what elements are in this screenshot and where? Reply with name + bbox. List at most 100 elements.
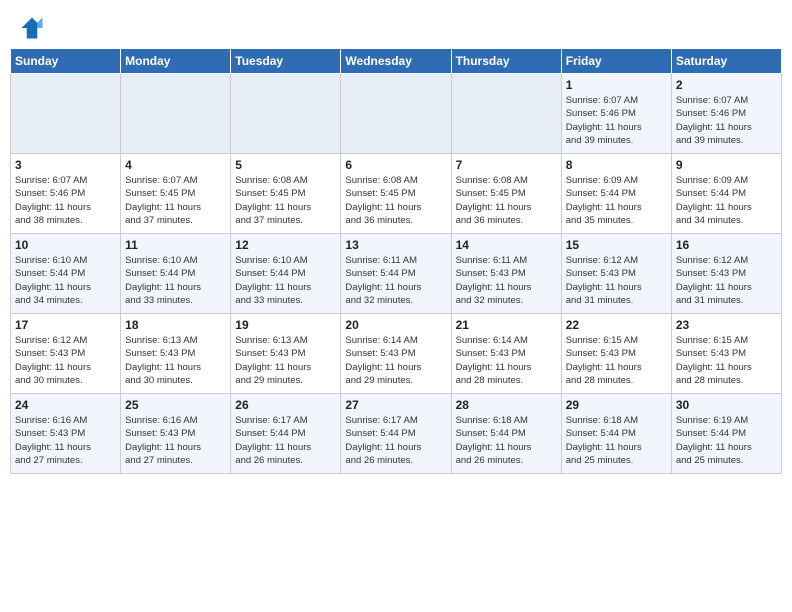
day-info: Sunrise: 6:09 AM Sunset: 5:44 PM Dayligh…	[566, 174, 667, 227]
calendar-cell: 10 Sunrise: 6:10 AM Sunset: 5:44 PM Dayli…	[11, 234, 121, 314]
calendar-cell: 12 Sunrise: 6:10 AM Sunset: 5:44 PM Dayli…	[231, 234, 341, 314]
day-number: 10	[15, 238, 116, 252]
day-info: Sunrise: 6:12 AM Sunset: 5:43 PM Dayligh…	[566, 254, 667, 307]
calendar-cell: 21 Sunrise: 6:14 AM Sunset: 5:43 PM Dayli…	[451, 314, 561, 394]
day-number: 22	[566, 318, 667, 332]
day-number: 23	[676, 318, 777, 332]
day-number: 5	[235, 158, 336, 172]
day-number: 13	[345, 238, 446, 252]
day-info: Sunrise: 6:14 AM Sunset: 5:43 PM Dayligh…	[456, 334, 557, 387]
calendar-cell: 14 Sunrise: 6:11 AM Sunset: 5:43 PM Dayli…	[451, 234, 561, 314]
day-info: Sunrise: 6:08 AM Sunset: 5:45 PM Dayligh…	[345, 174, 446, 227]
day-info: Sunrise: 6:13 AM Sunset: 5:43 PM Dayligh…	[125, 334, 226, 387]
day-number: 27	[345, 398, 446, 412]
day-number: 2	[676, 78, 777, 92]
day-number: 1	[566, 78, 667, 92]
calendar-cell: 23 Sunrise: 6:15 AM Sunset: 5:43 PM Dayli…	[671, 314, 781, 394]
day-number: 21	[456, 318, 557, 332]
day-number: 30	[676, 398, 777, 412]
day-number: 9	[676, 158, 777, 172]
calendar-cell: 18 Sunrise: 6:13 AM Sunset: 5:43 PM Dayli…	[121, 314, 231, 394]
calendar-cell: 25 Sunrise: 6:16 AM Sunset: 5:43 PM Dayli…	[121, 394, 231, 474]
day-number: 15	[566, 238, 667, 252]
col-header-tuesday: Tuesday	[231, 49, 341, 74]
day-info: Sunrise: 6:18 AM Sunset: 5:44 PM Dayligh…	[456, 414, 557, 467]
day-number: 18	[125, 318, 226, 332]
calendar-cell: 8 Sunrise: 6:09 AM Sunset: 5:44 PM Daylig…	[561, 154, 671, 234]
day-info: Sunrise: 6:11 AM Sunset: 5:43 PM Dayligh…	[456, 254, 557, 307]
day-number: 25	[125, 398, 226, 412]
calendar-cell: 3Sunrise: 6:07 AM Sunset: 5:46 PM Daylig…	[11, 154, 121, 234]
calendar-cell: 28Sunrise: 6:18 AM Sunset: 5:44 PM Dayli…	[451, 394, 561, 474]
calendar-week-row: 24 Sunrise: 6:16 AM Sunset: 5:43 PM Dayli…	[11, 394, 782, 474]
day-number: 16	[676, 238, 777, 252]
day-info: Sunrise: 6:19 AM Sunset: 5:44 PM Dayligh…	[676, 414, 777, 467]
day-info: Sunrise: 6:10 AM Sunset: 5:44 PM Dayligh…	[235, 254, 336, 307]
calendar-cell	[231, 74, 341, 154]
col-header-monday: Monday	[121, 49, 231, 74]
day-number: 8	[566, 158, 667, 172]
calendar-cell: 11 Sunrise: 6:10 AM Sunset: 5:44 PM Dayli…	[121, 234, 231, 314]
calendar-cell	[341, 74, 451, 154]
day-number: 17	[15, 318, 116, 332]
day-info: Sunrise: 6:07 AM Sunset: 5:46 PM Dayligh…	[566, 94, 667, 147]
page: SundayMondayTuesdayWednesdayThursdayFrid…	[0, 0, 792, 612]
calendar-cell: 1 Sunrise: 6:07 AM Sunset: 5:46 PM Daylig…	[561, 74, 671, 154]
col-header-wednesday: Wednesday	[341, 49, 451, 74]
calendar-header-row: SundayMondayTuesdayWednesdayThursdayFrid…	[11, 49, 782, 74]
calendar-cell: 22 Sunrise: 6:15 AM Sunset: 5:43 PM Dayli…	[561, 314, 671, 394]
day-info: Sunrise: 6:18 AM Sunset: 5:44 PM Dayligh…	[566, 414, 667, 467]
calendar-cell: 30 Sunrise: 6:19 AM Sunset: 5:44 PM Dayli…	[671, 394, 781, 474]
day-info: Sunrise: 6:10 AM Sunset: 5:44 PM Dayligh…	[125, 254, 226, 307]
calendar-cell: 16 Sunrise: 6:12 AM Sunset: 5:43 PM Dayli…	[671, 234, 781, 314]
calendar-week-row: 17 Sunrise: 6:12 AM Sunset: 5:43 PM Dayli…	[11, 314, 782, 394]
day-number: 20	[345, 318, 446, 332]
day-info: Sunrise: 6:13 AM Sunset: 5:43 PM Dayligh…	[235, 334, 336, 387]
calendar-cell: 9 Sunrise: 6:09 AM Sunset: 5:44 PM Daylig…	[671, 154, 781, 234]
calendar-cell: 2 Sunrise: 6:07 AM Sunset: 5:46 PM Daylig…	[671, 74, 781, 154]
day-info: Sunrise: 6:14 AM Sunset: 5:43 PM Dayligh…	[345, 334, 446, 387]
day-info: Sunrise: 6:07 AM Sunset: 5:46 PM Dayligh…	[676, 94, 777, 147]
calendar-cell: 29Sunrise: 6:18 AM Sunset: 5:44 PM Dayli…	[561, 394, 671, 474]
day-info: Sunrise: 6:16 AM Sunset: 5:43 PM Dayligh…	[125, 414, 226, 467]
calendar-cell: 24Sunrise: 6:16 AM Sunset: 5:43 PM Dayli…	[11, 394, 121, 474]
calendar-table: SundayMondayTuesdayWednesdayThursdayFrid…	[10, 48, 782, 474]
day-number: 3	[15, 158, 116, 172]
calendar-cell	[11, 74, 121, 154]
calendar-week-row: 3Sunrise: 6:07 AM Sunset: 5:46 PM Daylig…	[11, 154, 782, 234]
calendar-week-row: 1 Sunrise: 6:07 AM Sunset: 5:46 PM Daylig…	[11, 74, 782, 154]
calendar-cell: 13 Sunrise: 6:11 AM Sunset: 5:44 PM Dayli…	[341, 234, 451, 314]
day-number: 4	[125, 158, 226, 172]
calendar-cell: 20 Sunrise: 6:14 AM Sunset: 5:43 PM Dayli…	[341, 314, 451, 394]
day-number: 11	[125, 238, 226, 252]
day-info: Sunrise: 6:15 AM Sunset: 5:43 PM Dayligh…	[676, 334, 777, 387]
day-number: 26	[235, 398, 336, 412]
calendar-cell: 19Sunrise: 6:13 AM Sunset: 5:43 PM Dayli…	[231, 314, 341, 394]
day-number: 24	[15, 398, 116, 412]
day-info: Sunrise: 6:17 AM Sunset: 5:44 PM Dayligh…	[235, 414, 336, 467]
day-info: Sunrise: 6:08 AM Sunset: 5:45 PM Dayligh…	[456, 174, 557, 227]
logo-icon	[18, 14, 46, 42]
calendar-cell: 7Sunrise: 6:08 AM Sunset: 5:45 PM Daylig…	[451, 154, 561, 234]
day-info: Sunrise: 6:11 AM Sunset: 5:44 PM Dayligh…	[345, 254, 446, 307]
calendar-cell: 27 Sunrise: 6:17 AM Sunset: 5:44 PM Dayli…	[341, 394, 451, 474]
col-header-sunday: Sunday	[11, 49, 121, 74]
day-number: 6	[345, 158, 446, 172]
calendar-cell: 4Sunrise: 6:07 AM Sunset: 5:45 PM Daylig…	[121, 154, 231, 234]
day-info: Sunrise: 6:08 AM Sunset: 5:45 PM Dayligh…	[235, 174, 336, 227]
day-info: Sunrise: 6:10 AM Sunset: 5:44 PM Dayligh…	[15, 254, 116, 307]
day-info: Sunrise: 6:12 AM Sunset: 5:43 PM Dayligh…	[676, 254, 777, 307]
day-info: Sunrise: 6:09 AM Sunset: 5:44 PM Dayligh…	[676, 174, 777, 227]
day-number: 12	[235, 238, 336, 252]
col-header-thursday: Thursday	[451, 49, 561, 74]
day-info: Sunrise: 6:12 AM Sunset: 5:43 PM Dayligh…	[15, 334, 116, 387]
day-info: Sunrise: 6:15 AM Sunset: 5:43 PM Dayligh…	[566, 334, 667, 387]
col-header-friday: Friday	[561, 49, 671, 74]
day-info: Sunrise: 6:17 AM Sunset: 5:44 PM Dayligh…	[345, 414, 446, 467]
day-number: 14	[456, 238, 557, 252]
calendar-cell	[121, 74, 231, 154]
calendar-cell: 15 Sunrise: 6:12 AM Sunset: 5:43 PM Dayli…	[561, 234, 671, 314]
calendar-cell: 17 Sunrise: 6:12 AM Sunset: 5:43 PM Dayli…	[11, 314, 121, 394]
calendar-cell: 26 Sunrise: 6:17 AM Sunset: 5:44 PM Dayli…	[231, 394, 341, 474]
logo	[18, 14, 50, 42]
